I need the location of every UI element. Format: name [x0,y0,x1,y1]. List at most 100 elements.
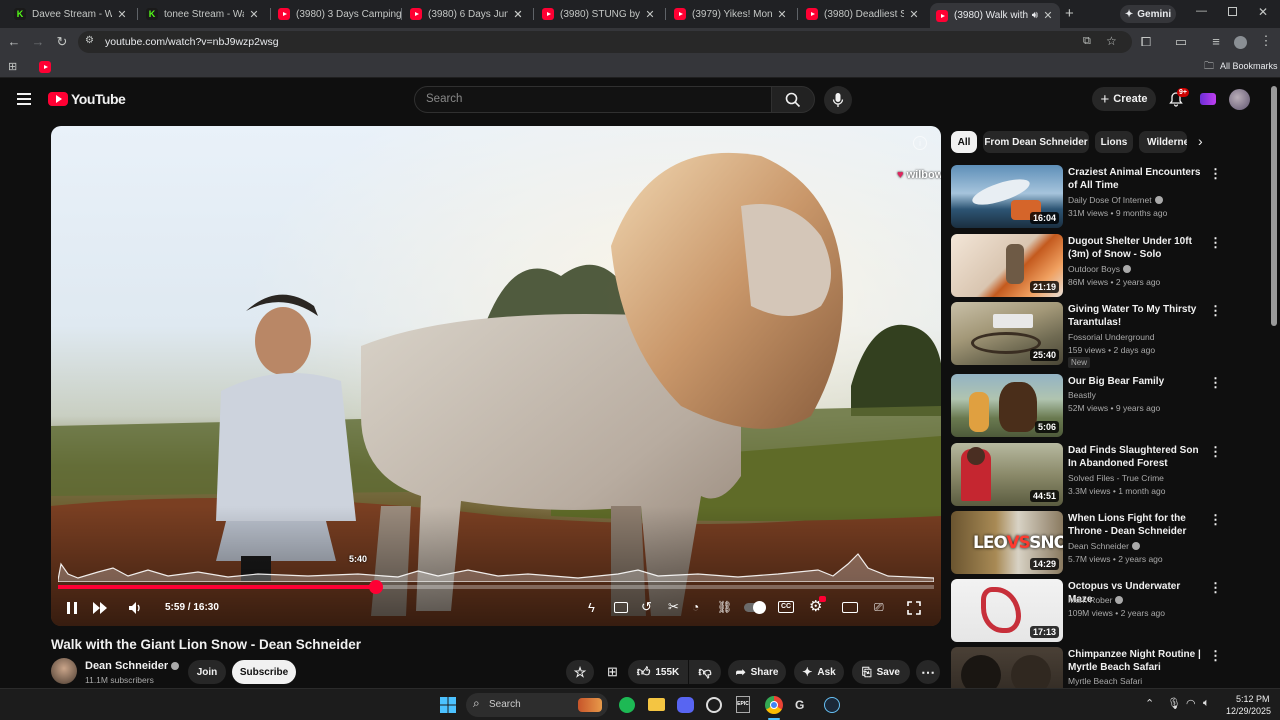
search-input[interactable]: Search [414,86,772,113]
sidebar-icon[interactable]: ▭ [1173,35,1189,49]
chip-all[interactable]: All [951,131,977,153]
install-app-icon[interactable]: ⧉ [1083,35,1091,48]
rec-menu-icon[interactable]: ⋮ [1209,445,1222,458]
grid-icon[interactable]: ⊞ [607,664,618,680]
scrubber-handle[interactable] [368,580,383,594]
gemini-button[interactable]: ✦ Gemini [1120,5,1176,23]
recommended-video[interactable]: 5:06 Our Big Bear Family Beastly 52M vie… [951,374,1222,438]
video-thumbnail[interactable]: 5:06 [951,374,1063,437]
browser-tab[interactable]: (3980) STUNG by a TAR ✕ [536,3,662,25]
close-tab-icon[interactable]: ✕ [644,8,656,21]
search-button[interactable] [771,86,815,113]
chip-lions[interactable]: Lions [1095,131,1133,153]
rec-menu-icon[interactable]: ⋮ [1209,236,1222,249]
theater-mode-icon[interactable] [842,602,858,613]
epic-games-icon[interactable]: EPIC [736,696,750,713]
tray-chevron-icon[interactable]: ⌃ [1145,697,1154,710]
video-thumbnail[interactable]: 17:13 [951,579,1063,642]
channel-avatar[interactable] [51,658,77,684]
spotify-icon[interactable] [619,697,635,713]
media-controls-icon[interactable]: ≡ [1208,35,1224,49]
link-icon[interactable]: ⛓︎ [717,600,732,614]
recommended-video[interactable]: LEOVSSNOW 14:29 When Lions Fight for the… [951,511,1222,575]
video-thumbnail[interactable]: 44:51 [951,443,1063,506]
share-button[interactable]: ➦ Share [728,660,786,684]
recommended-video[interactable]: 16:04 Craziest Animal Encounters of All … [951,165,1222,229]
chip-wilderness[interactable]: Wilderne [1139,131,1187,153]
chrome-icon[interactable] [765,696,783,714]
account-avatar[interactable] [1229,89,1250,110]
join-button[interactable]: Join [188,660,226,684]
close-tab-icon[interactable]: ✕ [116,8,128,21]
page-scrollbar[interactable] [1271,86,1277,326]
like-button[interactable]: 👍︎ 155K [628,660,688,684]
recommended-video[interactable]: Chimpanzee Night Routine | Myrtle Beach … [951,647,1221,688]
bookmark-star-icon[interactable]: ☆ [1106,34,1117,48]
chips-next-arrow-icon[interactable]: › [1198,133,1203,149]
close-tab-icon[interactable]: ✕ [1042,9,1054,22]
speaker-icon[interactable]: 🔈︎ [1203,697,1210,710]
notifications-bell-icon[interactable]: 9+ [1168,88,1189,107]
address-bar[interactable]: ⚙ youtube.com/watch?v=nbJ9wzp2wsg ⧉ ☆ [78,31,1132,53]
windows-start-icon[interactable] [440,697,456,713]
close-tab-icon[interactable]: ✕ [248,8,260,21]
close-tab-icon[interactable]: ✕ [908,8,920,21]
info-icon[interactable]: i [913,136,927,150]
save-button[interactable]: ⎘ Save [852,660,910,684]
clock-date[interactable]: 12/29/2025 [1226,706,1271,716]
subscribe-button[interactable]: Subscribe [232,660,296,684]
chip-from-channel[interactable]: From Dean Schneider [983,131,1089,153]
minimize-button[interactable]: — [1196,5,1207,17]
voice-search-button[interactable] [824,86,852,114]
rec-menu-icon[interactable]: ⋮ [1209,167,1222,180]
next-video-button[interactable] [92,601,108,615]
menu-kebab-icon[interactable]: ⋮ [1258,34,1274,48]
autoplay-toggle[interactable] [744,601,766,614]
video-thumbnail[interactable]: 16:04 [951,165,1063,228]
video-thumbnail[interactable]: 21:19 [951,234,1063,297]
reload-icon[interactable]: ↻ [54,35,70,49]
video-thumbnail[interactable]: LEOVSSNOW 14:29 [951,511,1063,574]
video-thumbnail[interactable] [951,647,1063,688]
new-tab-button[interactable]: + [1065,5,1074,22]
progress-bar[interactable] [58,580,934,594]
close-tab-icon[interactable]: ✕ [776,8,788,21]
youtube-bookmark-icon[interactable] [39,61,51,73]
rec-menu-icon[interactable]: ⋮ [1209,581,1222,594]
file-explorer-icon[interactable] [648,698,665,711]
rec-menu-icon[interactable]: ⋮ [1209,513,1222,526]
apps-grid-icon[interactable]: ⊞ [8,60,17,73]
volume-icon[interactable] [128,601,142,615]
youtube-logo[interactable]: YouTube [48,91,126,107]
clock-time[interactable]: 5:12 PM [1236,694,1270,704]
microphone-tray-icon[interactable]: 🎙︎ [1167,697,1181,710]
rec-menu-icon[interactable]: ⋮ [1209,304,1222,317]
fullscreen-icon[interactable] [907,601,921,615]
extensions-icon[interactable]: ⧠ [1138,35,1154,49]
more-actions-button[interactable]: ⋯ [916,660,940,684]
forward-arrow-icon[interactable]: → [30,35,46,49]
ask-button[interactable]: ✦ Ask [794,660,844,684]
recommended-video[interactable]: 21:19 Dugout Shelter Under 10ft (3m) of … [951,234,1222,298]
close-tab-icon[interactable]: ✕ [512,8,524,21]
recommended-video[interactable]: 44:51 Dad Finds Slaughtered Son In Aband… [951,443,1222,507]
profile-avatar[interactable] [1234,36,1247,49]
create-button[interactable]: + Create [1092,87,1156,111]
browser-tab[interactable]: (3980) 6 Days Jungle Su ✕ [404,3,530,25]
browser-tab[interactable]: (3980) Deadliest Scorp ✕ [800,3,926,25]
channel-name[interactable]: Dean Schneider [85,660,180,672]
cast-icon[interactable]: ⎚ [874,600,884,615]
browser-tab-active[interactable]: (3980) Walk with th 🔊︎ ✕ [930,3,1060,28]
restore-button[interactable] [1228,7,1237,16]
lightning-icon[interactable]: ϟ [588,600,595,615]
recommended-video[interactable]: 17:13 Octopus vs Underwater Maze Mark Ro… [951,579,1222,643]
captions-icon[interactable]: CC [778,601,794,613]
clip-icon[interactable]: ✂︎ [668,599,679,615]
dislike-button[interactable]: 👎︎ [689,660,721,684]
favorite-star-button[interactable]: ☆ [566,660,594,684]
browser-tab[interactable]: (3979) Yikes! Monster W ✕ [668,3,794,25]
miniplayer-icon[interactable] [614,602,628,613]
pause-button[interactable] [67,602,77,614]
close-window-button[interactable]: ✕ [1258,5,1268,19]
speed-icon[interactable]: ◔ [692,600,699,614]
